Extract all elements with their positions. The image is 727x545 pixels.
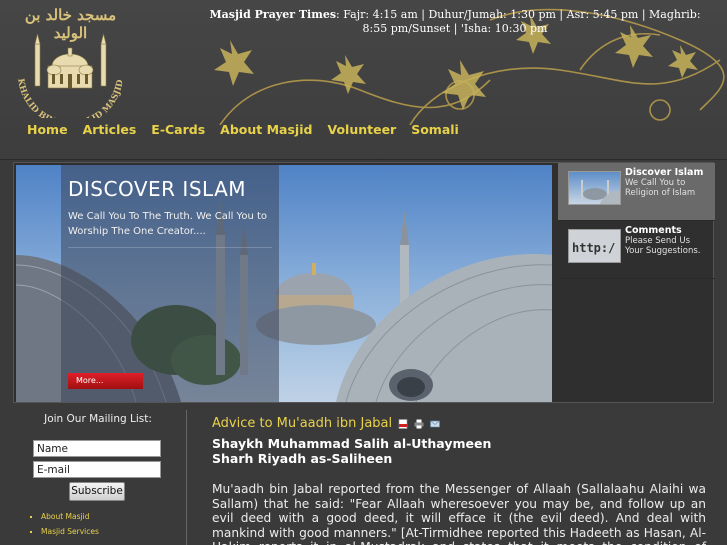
thumb-image <box>568 171 621 205</box>
http-thumb-icon: http:/ <box>572 241 615 255</box>
slide-caption: DISCOVER ISLAM We Call You To The Truth.… <box>61 165 279 402</box>
nav-ecards[interactable]: E-Cards <box>151 122 205 137</box>
slide-text: We Call You To The Truth. We Call You to… <box>68 209 272 248</box>
prayer-times-values: : Fajr: 4:15 am | Duhur/Jumah: 1:30 pm |… <box>336 8 701 35</box>
sidebar-link-about-masjid[interactable]: About Masjid <box>41 512 99 521</box>
mosque-thumb-icon <box>581 180 620 204</box>
article-body: Mu'aadh bin Jabal reported from the Mess… <box>212 482 706 545</box>
thumb-title: Comments <box>625 225 682 236</box>
thumb-comments[interactable]: http:/ Comments Please Send Us Your Sugg… <box>558 221 715 279</box>
slider-thumbnails: Discover Islam We Call You to Religion o… <box>558 163 715 279</box>
nav-articles[interactable]: Articles <box>83 122 137 137</box>
pdf-icon[interactable] <box>398 418 408 429</box>
svg-text:http:/: http:/ <box>572 241 615 255</box>
thumb-discover-islam[interactable]: Discover Islam We Call You to Religion o… <box>558 163 715 221</box>
nav-about-masjid[interactable]: About Masjid <box>220 122 312 137</box>
prayer-times: Masjid Prayer Times: Fajr: 4:15 am | Duh… <box>205 8 705 36</box>
nav-home[interactable]: Home <box>27 122 68 137</box>
prayer-times-label: Masjid Prayer Times <box>209 8 337 21</box>
thumb-subtitle: Please Send Us Your Suggestions. <box>625 236 701 256</box>
more-button[interactable]: More... <box>68 373 143 389</box>
email-field[interactable] <box>33 461 161 478</box>
article-source: Sharh Riyadh as-Saliheen <box>212 451 393 466</box>
subscribe-button[interactable]: Subscribe <box>69 482 125 501</box>
slide-image[interactable]: DISCOVER ISLAM We Call You To The Truth.… <box>16 165 552 402</box>
thumb-image: http:/ <box>568 229 621 263</box>
site-header: مسجد خالد بن الوليد KHALID B D MASJID Ma… <box>0 0 727 160</box>
sidebar-link-masjid-services[interactable]: Masjid Services <box>41 527 99 536</box>
sidebar-links: About Masjid Masjid Services <box>41 512 99 542</box>
main-nav: Home Articles E-Cards About Masjid Volun… <box>27 122 459 137</box>
sidebar: Join Our Mailing List: Subscribe About M… <box>13 407 185 545</box>
thumb-subtitle: We Call You to Religion of Islam <box>625 178 696 198</box>
nav-somali[interactable]: Somali <box>411 122 459 137</box>
article-author: Shaykh Muhammad Salih al-Uthaymeen <box>212 436 492 451</box>
article: Advice to Mu'aadh ibn Jabal Shaykh Muham… <box>212 416 706 545</box>
site-logo[interactable]: مسجد خالد بن الوليد KHALID B D MASJID <box>8 4 133 118</box>
article-title-row: Advice to Mu'aadh ibn Jabal <box>212 416 706 431</box>
nav-volunteer[interactable]: Volunteer <box>327 122 396 137</box>
mailing-list-title: Join Our Mailing List: <box>44 413 152 425</box>
article-title[interactable]: Advice to Mu'aadh ibn Jabal <box>212 416 392 431</box>
column-divider <box>186 410 187 545</box>
mosque-logo-icon: KHALID BIN AL-WALID MASJID <box>15 33 126 118</box>
slide-title: DISCOVER ISLAM <box>68 177 247 201</box>
thumb-title: Discover Islam <box>625 167 704 178</box>
featured-slider: DISCOVER ISLAM We Call You To The Truth.… <box>13 162 715 403</box>
print-icon[interactable] <box>414 419 424 429</box>
email-icon[interactable] <box>430 419 440 429</box>
name-field[interactable] <box>33 440 161 457</box>
